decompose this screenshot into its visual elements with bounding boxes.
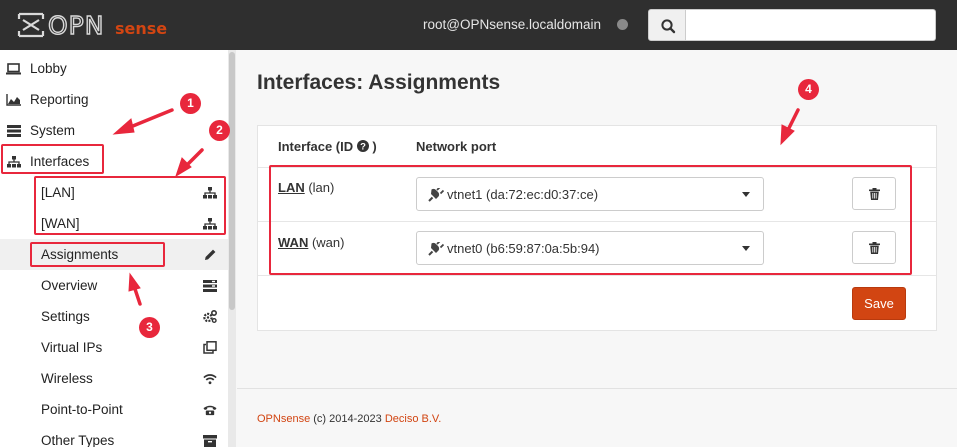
phone-icon — [203, 403, 217, 416]
archive-icon — [203, 434, 217, 447]
sidebar-item-label: [WAN] — [41, 216, 80, 231]
network-port-select-lan[interactable]: vtnet1 (da:72:ec:d0:37:ce) — [416, 177, 764, 211]
sidebar-item-label: Interfaces — [30, 154, 90, 169]
wifi-icon — [203, 372, 217, 385]
sidebar-item-other-types[interactable]: Other Types — [0, 425, 228, 447]
clone-icon — [203, 341, 217, 354]
search-icon — [661, 19, 676, 34]
svg-text:OPN: OPN — [48, 11, 104, 40]
row-divider — [258, 167, 936, 168]
svg-text:?: ? — [360, 142, 366, 152]
sidebar-item-settings[interactable]: Settings — [0, 301, 228, 332]
interface-link-wan[interactable]: WAN — [278, 235, 308, 250]
sidebar-item-virtual-ips[interactable]: Virtual IPs — [0, 332, 228, 363]
network-port-select-wan[interactable]: vtnet0 (b6:59:87:0a:5b:94) — [416, 231, 764, 265]
plug-icon — [428, 242, 444, 256]
sidebar-item-lobby[interactable]: Lobby — [0, 53, 228, 84]
sidebar-item-lan[interactable]: [LAN] — [0, 177, 228, 208]
sidebar-item-label: Assignments — [41, 247, 119, 262]
trash-icon — [868, 241, 880, 254]
column-header-interface: Interface (ID ? ) — [278, 139, 377, 154]
sitemap-icon — [203, 217, 217, 230]
interface-name-lan: LAN (lan) — [278, 180, 335, 195]
sidebar-item-wan[interactable]: [WAN] — [0, 208, 228, 239]
sidebar-scrollbar-thumb[interactable] — [229, 52, 235, 310]
footer: OPNsense (c) 2014-2023 Deciso B.V. — [257, 413, 442, 425]
row-divider — [258, 221, 936, 222]
sidebar-item-label: Other Types — [41, 433, 115, 447]
sidebar-item-label: Point-to-Point — [41, 402, 123, 417]
user-account[interactable]: root@OPNsense.localdomain — [423, 17, 601, 32]
plug-icon — [428, 188, 444, 202]
opnsense-logo[interactable]: OPN sense — [16, 10, 176, 40]
search-button[interactable] — [648, 9, 686, 41]
sidebar-item-assignments[interactable]: Assignments — [0, 239, 228, 270]
sitemap-icon — [6, 155, 21, 168]
sidebar-item-label: Virtual IPs — [41, 340, 103, 355]
sidebar-item-label: Lobby — [30, 61, 67, 76]
column-header-network-port: Network port — [416, 139, 497, 154]
sidebar-item-label: Settings — [41, 309, 90, 324]
tasks-icon — [203, 279, 217, 292]
help-icon[interactable]: ? — [356, 140, 369, 153]
page-title: Interfaces: Assignments — [257, 71, 501, 94]
annotation-badge-1: 1 — [180, 93, 201, 114]
sidebar-item-interfaces[interactable]: Interfaces — [0, 146, 228, 177]
sitemap-icon — [203, 186, 217, 199]
cogs-icon — [203, 310, 217, 323]
top-bar: OPN sense root@OPNsense.localdomain — [0, 0, 957, 50]
sidebar-item-system[interactable]: System — [0, 115, 228, 146]
footer-brand-link[interactable]: OPNsense — [257, 413, 310, 425]
interface-link-lan[interactable]: LAN — [278, 180, 305, 195]
annotation-badge-4: 4 — [798, 79, 819, 100]
delete-wan-button[interactable] — [852, 231, 896, 264]
pencil-icon — [203, 248, 217, 261]
chevron-down-icon — [742, 192, 750, 197]
sidebar-item-label: Reporting — [30, 92, 89, 107]
main-content: Interfaces: Assignments Interface (ID ? … — [237, 50, 957, 447]
sidebar-item-label: System — [30, 123, 76, 138]
footer-company-link[interactable]: Deciso B.V. — [385, 413, 441, 425]
sidebar-item-label: Wireless — [41, 371, 93, 386]
interface-name-wan: WAN (wan) — [278, 235, 345, 250]
footer-divider — [237, 388, 957, 389]
sidebar-item-wireless[interactable]: Wireless — [0, 363, 228, 394]
area-chart-icon — [6, 93, 21, 106]
sidebar-item-point-to-point[interactable]: Point-to-Point — [0, 394, 228, 425]
laptop-icon — [6, 62, 21, 75]
trash-icon — [868, 187, 880, 200]
annotation-badge-3: 3 — [139, 317, 160, 338]
delete-lan-button[interactable] — [852, 177, 896, 210]
annotation-badge-2: 2 — [209, 120, 230, 141]
server-icon — [6, 124, 21, 137]
sidebar-item-overview[interactable]: Overview — [0, 270, 228, 301]
row-divider — [258, 275, 936, 276]
search-input[interactable] — [686, 9, 936, 41]
sidebar-item-label: Overview — [41, 278, 98, 293]
save-button[interactable]: Save — [852, 287, 906, 320]
svg-text:sense: sense — [115, 19, 167, 38]
sidebar-item-label: [LAN] — [41, 185, 75, 200]
assignments-panel: Interface (ID ? ) Network port LAN (lan)… — [257, 125, 937, 331]
status-indicator-icon[interactable] — [617, 19, 628, 30]
chevron-down-icon — [742, 246, 750, 251]
